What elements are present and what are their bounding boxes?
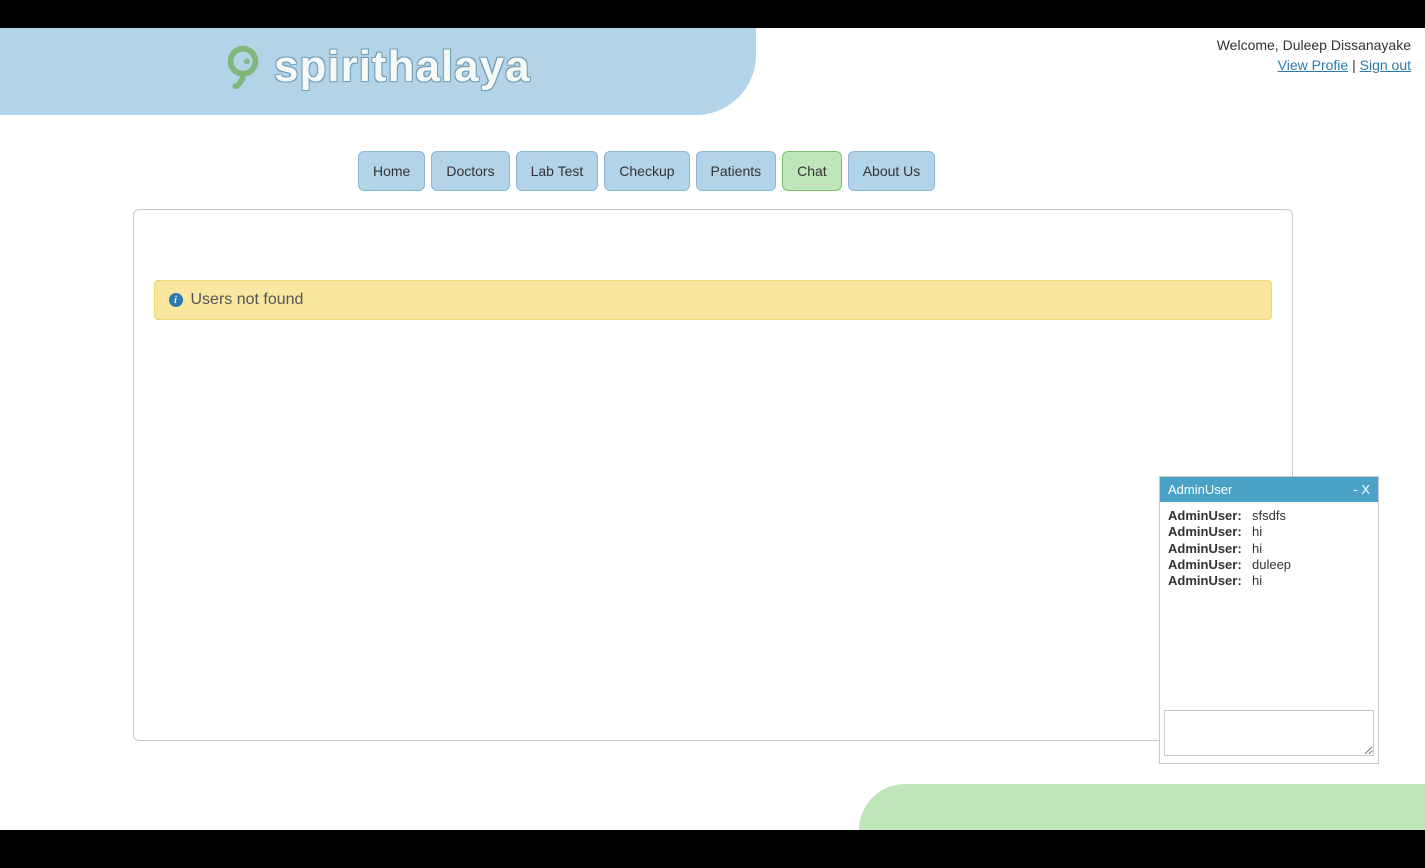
nav-tab-labtest[interactable]: Lab Test xyxy=(516,151,599,191)
brand-name: spirithalaya xyxy=(274,42,531,92)
chat-title: AdminUser xyxy=(1168,482,1232,497)
welcome-prefix: Welcome, xyxy=(1217,37,1283,53)
sign-out-link[interactable]: Sign out xyxy=(1360,57,1411,73)
nav-tab-about[interactable]: About Us xyxy=(848,151,936,191)
chat-from: AdminUser: xyxy=(1168,541,1246,557)
content-box: i Users not found xyxy=(133,209,1293,741)
chat-close-button[interactable]: X xyxy=(1361,482,1370,497)
chat-minimize-button[interactable]: - xyxy=(1353,482,1357,497)
chat-from: AdminUser: xyxy=(1168,508,1246,524)
chat-text: hi xyxy=(1252,541,1262,557)
nav: Home Doctors Lab Test Checkup Patients C… xyxy=(0,115,1425,191)
chat-header[interactable]: AdminUser - X xyxy=(1160,477,1378,502)
nav-tab-checkup[interactable]: Checkup xyxy=(604,151,689,191)
chat-message: AdminUser: hi xyxy=(1168,524,1370,540)
chat-text: hi xyxy=(1252,524,1262,540)
header: spirithalaya Welcome, Duleep Dissanayake… xyxy=(0,28,1425,115)
nav-tab-chat[interactable]: Chat xyxy=(782,151,842,191)
chat-from: AdminUser: xyxy=(1168,524,1246,540)
alert-message: Users not found xyxy=(191,291,304,309)
nav-tab-patients[interactable]: Patients xyxy=(696,151,777,191)
footer-green xyxy=(859,784,1425,830)
chat-widget: AdminUser - X AdminUser: sfsdfs AdminUse… xyxy=(1159,476,1379,764)
chat-text: sfsdfs xyxy=(1252,508,1286,524)
chat-message: AdminUser: sfsdfs xyxy=(1168,508,1370,524)
chat-body: AdminUser: sfsdfs AdminUser: hi AdminUse… xyxy=(1160,502,1378,706)
nav-tabs: Home Doctors Lab Test Checkup Patients C… xyxy=(358,151,935,191)
view-profile-link[interactable]: View Profie xyxy=(1278,57,1349,73)
chat-text: hi xyxy=(1252,573,1262,589)
info-icon: i xyxy=(169,293,183,307)
chat-from: AdminUser: xyxy=(1168,573,1246,589)
chat-input[interactable] xyxy=(1164,710,1374,756)
chat-message: AdminUser: hi xyxy=(1168,573,1370,589)
chat-from: AdminUser: xyxy=(1168,557,1246,573)
logo-icon xyxy=(220,44,266,90)
chat-input-wrap xyxy=(1160,706,1378,763)
user-block: Welcome, Duleep Dissanayake View Profie … xyxy=(1217,36,1411,75)
top-black-bar xyxy=(0,0,1425,28)
nav-tab-home[interactable]: Home xyxy=(358,151,425,191)
logo[interactable]: spirithalaya xyxy=(220,42,531,92)
chat-message: AdminUser: hi xyxy=(1168,541,1370,557)
chat-message: AdminUser: duleep xyxy=(1168,557,1370,573)
nav-tab-doctors[interactable]: Doctors xyxy=(431,151,509,191)
alert-info: i Users not found xyxy=(154,280,1272,320)
user-name: Duleep Dissanayake xyxy=(1283,37,1411,53)
chat-text: duleep xyxy=(1252,557,1291,573)
bottom-black-bar xyxy=(0,830,1425,868)
link-separator: | xyxy=(1348,57,1359,73)
